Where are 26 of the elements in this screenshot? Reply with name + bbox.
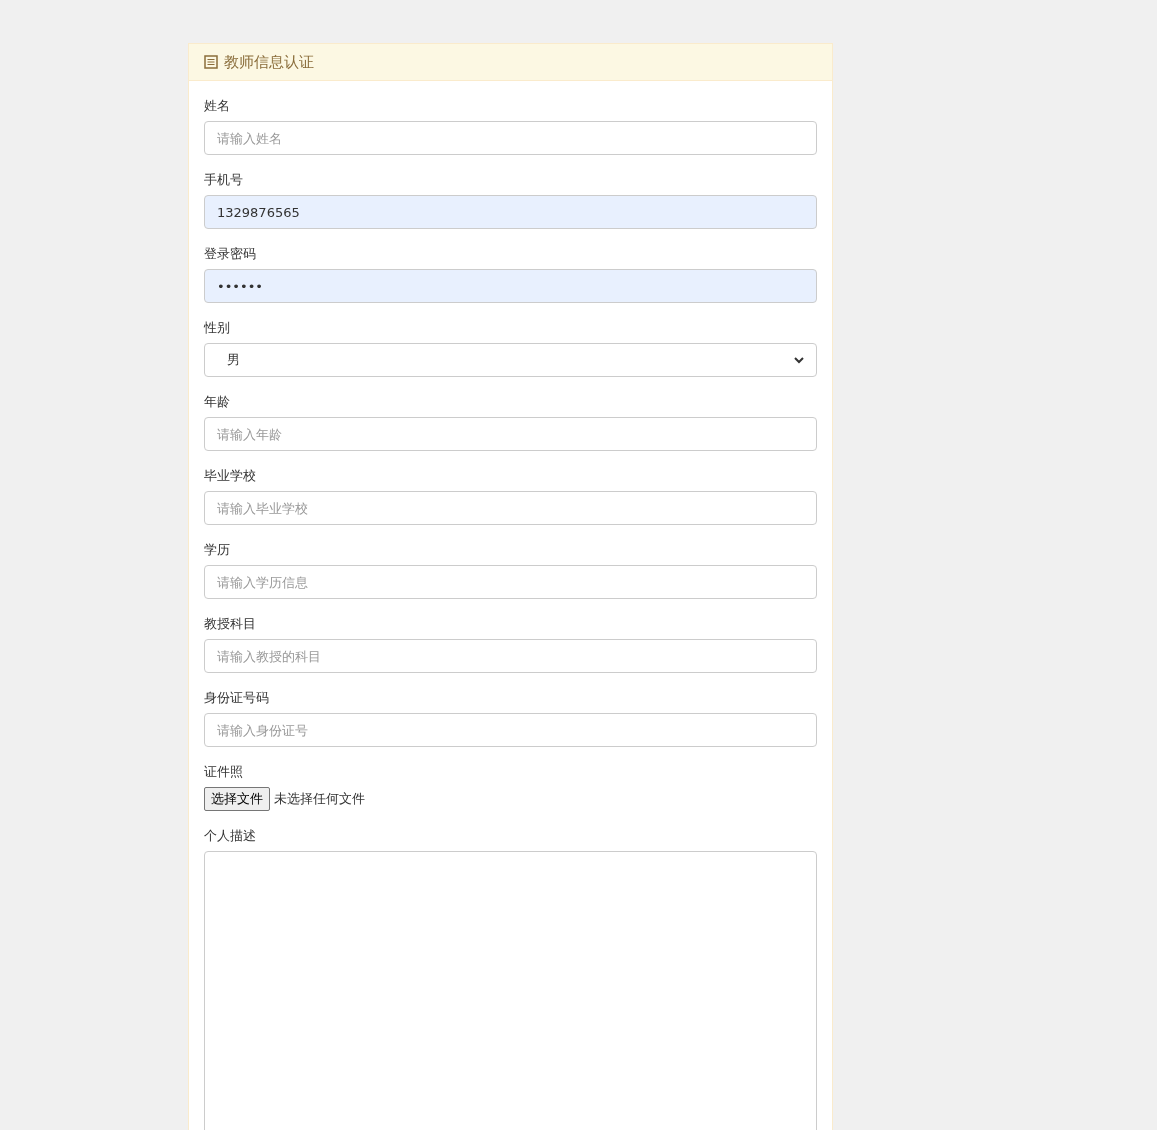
field-label: 年龄: [204, 393, 230, 411]
input-field[interactable]: ••••••: [204, 269, 817, 303]
field-label: 登录密码: [204, 245, 256, 263]
input-field[interactable]: 请输入毕业学校: [204, 491, 817, 525]
choose-file-button[interactable]: 选择文件: [204, 787, 270, 811]
input-field[interactable]: 请输入姓名: [204, 121, 817, 155]
field-label: 姓名: [204, 97, 230, 115]
input-field[interactable]: 请输入学历信息: [204, 565, 817, 599]
field-label: 个人描述: [204, 827, 256, 845]
textarea-field[interactable]: [204, 851, 817, 1130]
input-field[interactable]: 请输入身份证号: [204, 713, 817, 747]
input-field[interactable]: 1329876565: [204, 195, 817, 229]
input-field[interactable]: 请输入年龄: [204, 417, 817, 451]
field-label: 手机号: [204, 171, 243, 189]
field-label: 毕业学校: [204, 467, 256, 485]
field-label: 性别: [204, 319, 230, 337]
panel-title: 教师信息认证: [224, 52, 314, 72]
field-label: 教授科目: [204, 615, 256, 633]
field-label: 证件照: [204, 763, 243, 781]
list-icon: [204, 55, 218, 69]
field-label: 学历: [204, 541, 230, 559]
select-field[interactable]: 男: [204, 343, 817, 377]
field-label: 身份证号码: [204, 689, 269, 707]
input-field[interactable]: 请输入教授的科目: [204, 639, 817, 673]
chevron-down-icon: [794, 356, 804, 364]
file-status: 未选择任何文件: [274, 790, 365, 808]
